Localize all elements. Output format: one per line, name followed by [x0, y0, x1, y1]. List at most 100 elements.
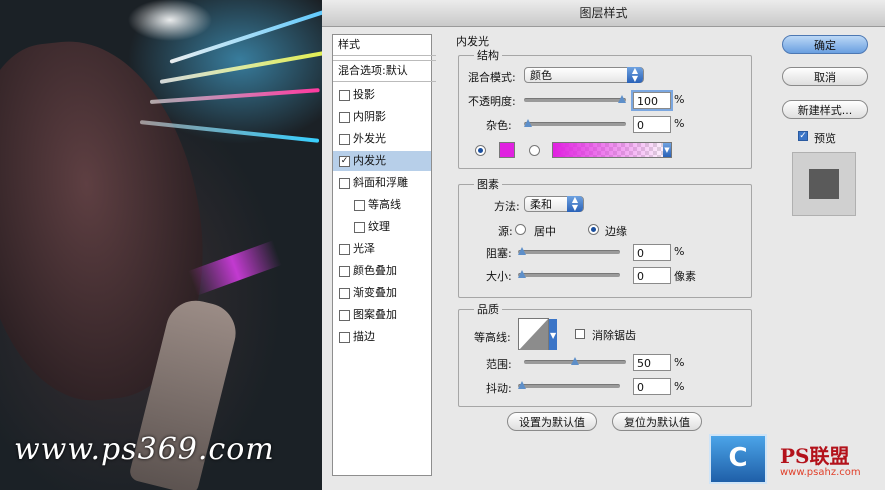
style-item-checkbox[interactable] — [339, 288, 350, 299]
layer-style-dialog: 图层样式 样式 混合选项:默认 投影内阴影外发光 ✓ 内发光斜面和浮雕等高线纹理光泽… — [322, 0, 885, 490]
opacity-field[interactable]: 100 — [631, 90, 673, 111]
style-item-label: 外发光 — [353, 132, 386, 145]
jitter-slider-thumb[interactable] — [518, 381, 526, 389]
chevron-updown-icon: ▲ ▼ — [567, 196, 583, 212]
style-item-label: 描边 — [353, 330, 375, 343]
noise-field[interactable]: 0 — [633, 116, 671, 133]
style-item-label: 纹理 — [368, 220, 390, 233]
contour-picker[interactable]: ▼ — [518, 318, 558, 352]
blend-mode-select[interactable]: 颜色 ▲ ▼ — [524, 67, 644, 83]
size-field[interactable]: 0 — [633, 267, 671, 284]
source-center-label: 居中 — [534, 225, 556, 238]
style-item-checkbox[interactable] — [339, 134, 350, 145]
ok-button[interactable]: 确定 — [782, 35, 868, 54]
style-item[interactable]: 纹理 — [333, 217, 431, 237]
cancel-button[interactable]: 取消 — [782, 67, 868, 86]
style-item-label: 斜面和浮雕 — [353, 176, 408, 189]
jitter-slider[interactable] — [518, 381, 620, 389]
style-item[interactable]: 斜面和浮雕 — [333, 173, 431, 193]
elements-legend: 图素 — [474, 176, 502, 192]
technique-select[interactable]: 柔和 ▲ ▼ — [524, 196, 584, 212]
choke-label: 阻塞: — [486, 247, 512, 260]
style-item-label: 内阴影 — [353, 110, 386, 123]
quality-legend: 品质 — [474, 301, 502, 317]
contour-curve-icon: ▼ — [518, 318, 557, 350]
style-item-label: 颜色叠加 — [353, 264, 397, 277]
size-slider-thumb[interactable] — [518, 270, 526, 278]
style-item-checkbox[interactable] — [339, 310, 350, 321]
style-item[interactable]: 内阴影 — [333, 107, 431, 127]
opacity-label: 不透明度: — [468, 95, 516, 108]
brand-url: www.psahz.com — [780, 467, 861, 478]
styles-list: 样式 混合选项:默认 投影内阴影外发光 ✓ 内发光斜面和浮雕等高线纹理光泽颜色叠加渐… — [332, 34, 436, 476]
solid-color-radio[interactable] — [475, 145, 486, 156]
make-default-button[interactable]: 设置为默认值 — [507, 412, 597, 431]
blending-options-item[interactable]: 混合选项:默认 — [333, 60, 436, 82]
range-field[interactable]: 50 — [633, 354, 671, 371]
styles-list-header[interactable]: 样式 — [333, 35, 436, 56]
style-item[interactable]: 投影 — [333, 85, 431, 105]
jitter-field[interactable]: 0 — [633, 378, 671, 395]
style-item[interactable]: 等高线 — [333, 195, 431, 215]
antialias-checkbox[interactable] — [575, 329, 585, 339]
style-item[interactable]: 渐变叠加 — [333, 283, 431, 303]
style-item-label: 图案叠加 — [353, 308, 397, 321]
noise-slider-thumb[interactable] — [524, 119, 532, 127]
style-item-checkbox[interactable] — [339, 244, 350, 255]
blend-mode-value: 颜色 — [530, 69, 552, 82]
style-item-checkbox[interactable] — [354, 222, 365, 233]
site-logo-icon: C — [709, 434, 767, 484]
style-item-checkbox[interactable] — [354, 200, 365, 211]
style-item-label: 等高线 — [368, 198, 401, 211]
glow-gradient-picker[interactable]: ▼ — [552, 142, 672, 158]
glow-color-swatch[interactable] — [499, 142, 515, 158]
style-item[interactable]: 外发光 — [333, 129, 431, 149]
preview-label: 预览 — [814, 132, 836, 145]
contour-label: 等高线: — [474, 331, 511, 344]
preview-checkbox[interactable]: ✓ — [798, 131, 808, 141]
size-slider[interactable] — [518, 270, 620, 278]
style-item-checkbox[interactable] — [339, 178, 350, 189]
choke-slider[interactable] — [518, 247, 620, 255]
style-item[interactable]: 光泽 — [333, 239, 431, 259]
opacity-unit: % — [674, 93, 685, 106]
style-item[interactable]: 图案叠加 — [333, 305, 431, 325]
noise-slider[interactable] — [524, 119, 626, 127]
watermark-text: www.ps369.com — [14, 432, 275, 467]
source-label: 源: — [498, 225, 513, 238]
style-item[interactable]: 颜色叠加 — [333, 261, 431, 281]
noise-unit: % — [674, 117, 685, 130]
style-item-checkbox[interactable] — [339, 332, 350, 343]
source-center-radio[interactable] — [515, 224, 526, 235]
style-item-checkbox[interactable] — [339, 266, 350, 277]
canvas-artwork: www.ps369.com — [0, 0, 322, 490]
opacity-slider[interactable] — [524, 95, 626, 103]
range-label: 范围: — [486, 358, 512, 371]
style-item-checkbox[interactable] — [339, 90, 350, 101]
jitter-unit: % — [674, 380, 685, 393]
style-item-label: 光泽 — [353, 242, 375, 255]
chevron-down-icon: ▼ — [663, 143, 671, 157]
range-unit: % — [674, 356, 685, 369]
range-slider[interactable] — [524, 357, 626, 365]
style-item-checkbox[interactable]: ✓ — [339, 156, 350, 167]
style-item[interactable]: ✓ 内发光 — [333, 151, 431, 171]
range-slider-thumb[interactable] — [571, 357, 579, 365]
choke-field[interactable]: 0 — [633, 244, 671, 261]
source-edge-radio[interactable] — [588, 224, 599, 235]
gradient-radio[interactable] — [529, 145, 540, 156]
opacity-slider-thumb[interactable] — [618, 95, 626, 103]
technique-label: 方法: — [494, 200, 520, 213]
preview-thumbnail — [792, 152, 856, 216]
antialias-label: 消除锯齿 — [592, 329, 636, 342]
new-style-button[interactable]: 新建样式... — [782, 100, 868, 119]
svg-text:▼: ▼ — [550, 331, 557, 340]
reset-default-button[interactable]: 复位为默认值 — [612, 412, 702, 431]
site-brand: PS联盟 www.psahz.com — [772, 440, 882, 484]
choke-unit: % — [674, 245, 685, 258]
style-item[interactable]: 描边 — [333, 327, 431, 347]
choke-slider-thumb[interactable] — [518, 247, 526, 255]
dialog-title[interactable]: 图层样式 — [322, 0, 885, 27]
style-item-checkbox[interactable] — [339, 112, 350, 123]
blend-mode-label: 混合模式: — [468, 71, 516, 84]
